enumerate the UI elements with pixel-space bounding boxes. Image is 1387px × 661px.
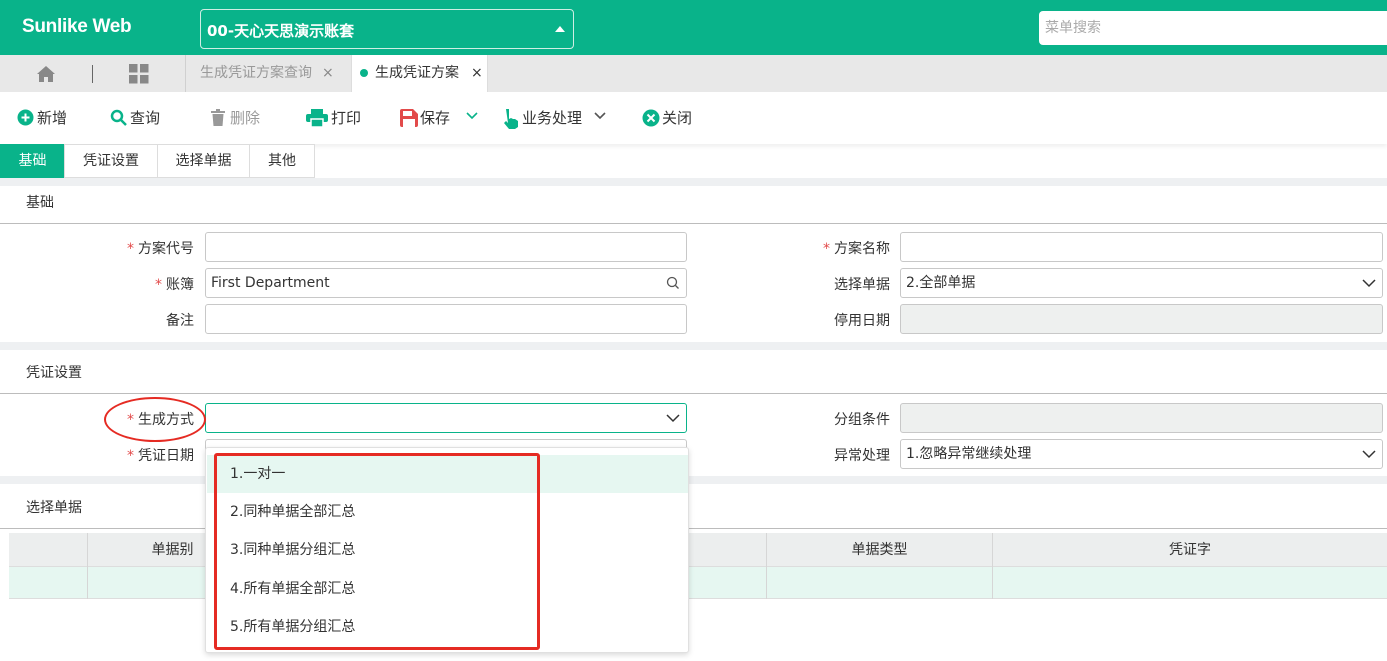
plan-code-label: * 方案代号 [127, 241, 194, 257]
chevron-down-icon [594, 112, 606, 120]
search-icon [110, 109, 127, 126]
exception-label: 异常处理 [834, 448, 890, 464]
gen-method-dropdown: 1.一对一 2.同种单据全部汇总 3.同种单据分组汇总 4.所有单据全部汇总 5… [205, 447, 689, 653]
exception-select[interactable]: 1.忽略异常继续处理 [900, 439, 1383, 469]
table-cell[interactable] [766, 567, 992, 599]
remark-label: 备注 [166, 313, 194, 329]
tab-divider [185, 55, 186, 92]
chevron-down-icon [1362, 279, 1376, 288]
section-title-basic: 基础 [26, 195, 54, 211]
toolbar: 新增 查询 删除 打印 保存 业务处理 关闭 [0, 92, 1387, 144]
delete-button-label: 删除 [230, 109, 261, 127]
home-icon[interactable] [36, 65, 56, 83]
close-icon[interactable]: × [471, 55, 483, 92]
dropdown-option[interactable]: 5.所有单据分组汇总 [207, 608, 688, 646]
section-title-voucher: 凭证设置 [26, 365, 82, 381]
tab-basic[interactable]: 基础 [0, 144, 65, 178]
tab-voucher-settings[interactable]: 凭证设置 [64, 144, 158, 178]
account-selector-value: 00-天心天思演示账套 [207, 22, 355, 40]
tab-plan-query[interactable]: 生成凭证方案查询 × [200, 55, 334, 92]
close-button-label: 关闭 [662, 109, 693, 127]
brand-logo: Sunlike Web [22, 16, 132, 37]
group-cond-label: 分组条件 [834, 412, 890, 428]
column-doc-type[interactable]: 单据类型 [766, 533, 992, 567]
plus-circle-icon [17, 109, 34, 126]
exception-value: 1.忽略异常继续处理 [906, 446, 1032, 462]
select-doc-label: 选择单据 [834, 277, 890, 293]
dropdown-option[interactable]: 3.同种单据分组汇总 [207, 531, 688, 569]
gen-method-select[interactable] [205, 403, 687, 433]
top-bar: Sunlike Web 00-天心天思演示账套 [0, 0, 1387, 55]
tab-plan[interactable]: 生成凭证方案 × [351, 55, 488, 92]
section-spacer [0, 178, 1387, 186]
divider [0, 223, 1387, 224]
disable-date-input [900, 304, 1383, 334]
printer-icon [306, 109, 328, 127]
print-button-label: 打印 [331, 109, 362, 127]
tab-label: 生成凭证方案查询 [200, 65, 312, 81]
apps-grid-icon[interactable] [129, 64, 149, 84]
column-voucher-word[interactable]: 凭证字 [992, 533, 1387, 567]
close-circle-icon [642, 109, 660, 127]
menu-search-input[interactable] [1039, 11, 1387, 45]
remark-input[interactable] [205, 304, 687, 334]
pointer-hand-icon [504, 109, 518, 129]
chevron-down-icon [1362, 450, 1376, 459]
business-process-label: 业务处理 [522, 109, 583, 127]
select-doc-select[interactable]: 2.全部单据 [900, 268, 1383, 298]
dropdown-option[interactable]: 2.同种单据全部汇总 [207, 493, 688, 531]
save-button-label: 保存 [420, 109, 451, 127]
add-button-label: 新增 [37, 109, 68, 127]
query-button-label: 查询 [130, 109, 161, 127]
disable-date-label: 停用日期 [834, 313, 890, 329]
dropdown-option[interactable]: 1.一对一 [207, 455, 688, 493]
tab-select-documents[interactable]: 选择单据 [157, 144, 250, 178]
plan-name-input[interactable] [900, 232, 1383, 262]
caret-up-icon [555, 26, 565, 32]
tab-divider [92, 65, 93, 83]
search-icon[interactable] [666, 276, 680, 290]
section-spacer [0, 342, 1387, 350]
chevron-down-icon [466, 112, 478, 120]
ledger-value: First Department [211, 275, 330, 291]
select-doc-value: 2.全部单据 [906, 275, 976, 291]
table-cell[interactable] [992, 567, 1387, 599]
trash-icon [211, 109, 225, 126]
ledger-label: * 账簿 [155, 277, 194, 293]
tab-other[interactable]: 其他 [249, 144, 315, 178]
chevron-down-icon [666, 414, 680, 423]
close-icon[interactable]: × [322, 65, 334, 81]
divider [0, 393, 1387, 394]
dropdown-option[interactable]: 4.所有单据全部汇总 [207, 570, 688, 608]
active-dot-icon [360, 69, 368, 77]
form-tabs: 基础 凭证设置 选择单据 其他 [0, 144, 1387, 178]
voucher-date-label: * 凭证日期 [127, 448, 194, 464]
tab-bar: 生成凭证方案查询 × 生成凭证方案 × [0, 55, 1387, 92]
account-selector[interactable]: 00-天心天思演示账套 [200, 9, 574, 49]
gen-method-label: * 生成方式 [127, 412, 194, 428]
plan-name-label: * 方案名称 [823, 241, 890, 257]
group-cond-input [900, 403, 1383, 433]
ledger-input[interactable]: First Department [205, 268, 687, 298]
save-disk-icon [400, 109, 418, 127]
tab-label: 生成凭证方案 [375, 65, 459, 81]
section-title-docs: 选择单据 [26, 500, 82, 516]
plan-code-input[interactable] [205, 232, 687, 262]
